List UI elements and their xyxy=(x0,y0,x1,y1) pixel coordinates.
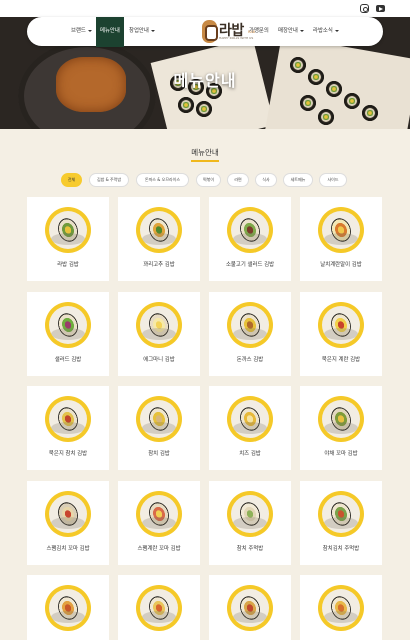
gimbap-roll-image xyxy=(344,93,360,109)
menu-photo xyxy=(140,211,178,249)
menu-photo xyxy=(231,400,269,438)
nav-item-menu[interactable]: 메뉴안내 xyxy=(96,17,124,47)
menu-name: 참치김치 주먹밥 xyxy=(322,546,360,552)
menu-photo xyxy=(322,495,360,533)
filter-ramen[interactable]: 라면 xyxy=(227,173,249,187)
filter-side[interactable]: 사이드 xyxy=(319,173,347,187)
menu-name: 스팸계란 꼬마 김밥 xyxy=(137,546,181,552)
filter-meal[interactable]: 식사 xyxy=(255,173,277,187)
menu-card[interactable]: 라밥 김밥 xyxy=(27,197,109,281)
menu-name: 스팸김치 꼬마 김밥 xyxy=(46,546,90,552)
nav-item-label: 매장안내 xyxy=(278,28,298,34)
instagram-icon[interactable] xyxy=(360,4,369,13)
nav-item-label: 메뉴안내 xyxy=(100,28,120,34)
menu-card[interactable]: 날치계란말이 김밥 xyxy=(300,197,382,281)
top-bar xyxy=(0,0,410,17)
menu-card[interactable] xyxy=(27,575,109,640)
menu-name: 묵은지 계란 김밥 xyxy=(321,357,361,363)
nav-item-label: 라밥소식 xyxy=(313,28,333,34)
gimbap-roll-image xyxy=(196,101,212,117)
menu-photo xyxy=(140,589,178,627)
menu-photo xyxy=(322,589,360,627)
menu-photo xyxy=(140,400,178,438)
hero-title: 메뉴안내 xyxy=(173,71,237,90)
menu-name: 에그마니 김밥 xyxy=(143,357,175,363)
logo-mark-icon xyxy=(202,20,218,43)
caret-down-icon xyxy=(150,29,155,32)
menu-card[interactable] xyxy=(118,575,200,640)
nav-item-news[interactable]: 라밥소식 xyxy=(313,17,339,46)
section-title: 메뉴안내 xyxy=(191,148,219,157)
gimbap-roll-image xyxy=(318,109,334,125)
menu-name: 참치 김밥 xyxy=(148,451,170,457)
menu-card[interactable]: 야채 꼬마 김밥 xyxy=(300,386,382,470)
filter-set[interactable]: 세트메뉴 xyxy=(283,173,313,187)
menu-photo xyxy=(49,400,87,438)
menu-card[interactable] xyxy=(209,575,291,640)
caret-down-icon xyxy=(334,29,339,32)
menu-photo xyxy=(322,306,360,344)
menu-card[interactable]: 꽈리고추 김밥 xyxy=(118,197,200,281)
menu-card[interactable]: 스팸김치 꼬마 김밥 xyxy=(27,481,109,565)
menu-name: 라밥 김밥 xyxy=(57,262,79,268)
menu-card[interactable] xyxy=(300,575,382,640)
menu-name: 참치 주먹밥 xyxy=(236,546,264,552)
menu-name: 야채 꼬마 김밥 xyxy=(324,451,358,457)
nav-item-label: 브랜드 xyxy=(71,28,86,34)
menu-card[interactable]: 에그마니 김밥 xyxy=(118,292,200,376)
menu-photo xyxy=(49,589,87,627)
menu-card[interactable]: 샐러드 김밥 xyxy=(27,292,109,376)
menu-name: 샐러드 김밥 xyxy=(54,357,82,363)
menu-name: 치즈 김밥 xyxy=(239,451,261,457)
menu-photo xyxy=(49,495,87,533)
caret-down-icon xyxy=(299,29,304,32)
nav-item-label: 가맹문의 xyxy=(249,28,269,34)
title-underline xyxy=(191,160,219,162)
nav-item-brand[interactable]: 브랜드 xyxy=(71,17,92,46)
menu-photo xyxy=(140,495,178,533)
menu-card[interactable]: 스팸계란 꼬마 김밥 xyxy=(118,481,200,565)
menu-name: 날치계란말이 김밥 xyxy=(320,262,362,268)
youtube-icon[interactable] xyxy=(376,5,385,12)
nav-item-stores[interactable]: 매장안내 xyxy=(278,17,304,46)
menu-card[interactable]: 소불고기 샐러드 김밥 xyxy=(209,197,291,281)
menu-card[interactable]: 묵은지 계란 김밥 xyxy=(300,292,382,376)
menu-card[interactable]: 참치 김밥 xyxy=(118,386,200,470)
menu-card[interactable]: 치즈 김밥 xyxy=(209,386,291,470)
menu-name: 소불고기 샐러드 김밥 xyxy=(225,262,275,268)
menu-photo xyxy=(322,400,360,438)
menu-card[interactable]: 참치김치 주먹밥 xyxy=(300,481,382,565)
menu-name: 묵은지 참치 김밥 xyxy=(48,451,88,457)
menu-photo xyxy=(231,211,269,249)
filter-tteokbokki[interactable]: 떡볶이 xyxy=(196,173,221,187)
filter-gimbap[interactable]: 김밥 & 주먹밥 xyxy=(89,173,129,187)
menu-photo xyxy=(322,211,360,249)
menu-photo xyxy=(49,306,87,344)
menu-photo xyxy=(231,495,269,533)
menu-name: 꽈리고추 김밥 xyxy=(143,262,175,268)
caret-down-icon xyxy=(87,29,92,32)
menu-card[interactable]: 돈까스 김밥 xyxy=(209,292,291,376)
filter-donkatsu[interactable]: 돈까스 & 오므라이스 xyxy=(136,173,189,187)
main-nav: 브랜드 메뉴안내 창업안내 라밥 RAB HAPPY ROLLS WITH US… xyxy=(27,17,383,47)
menu-card[interactable]: 참치 주먹밥 xyxy=(209,481,291,565)
gimbap-roll-image xyxy=(300,95,316,111)
nav-item-startup[interactable]: 창업안내 xyxy=(129,17,155,46)
menu-photo xyxy=(231,306,269,344)
nav-item-label: 창업안내 xyxy=(129,28,149,34)
menu-photo xyxy=(49,211,87,249)
nav-item-franchise[interactable]: 가맹문의 xyxy=(249,17,269,46)
category-filters: 전체 김밥 & 주먹밥 돈까스 & 오므라이스 떡볶이 라면 식사 세트메뉴 사… xyxy=(0,173,410,187)
menu-photo xyxy=(140,306,178,344)
gimbap-roll-image xyxy=(178,97,194,113)
menu-name: 돈까스 김밥 xyxy=(236,357,264,363)
menu-card[interactable]: 묵은지 참치 김밥 xyxy=(27,386,109,470)
menu-photo xyxy=(231,589,269,627)
filter-all[interactable]: 전체 xyxy=(61,173,82,187)
gimbap-roll-image xyxy=(362,105,378,121)
